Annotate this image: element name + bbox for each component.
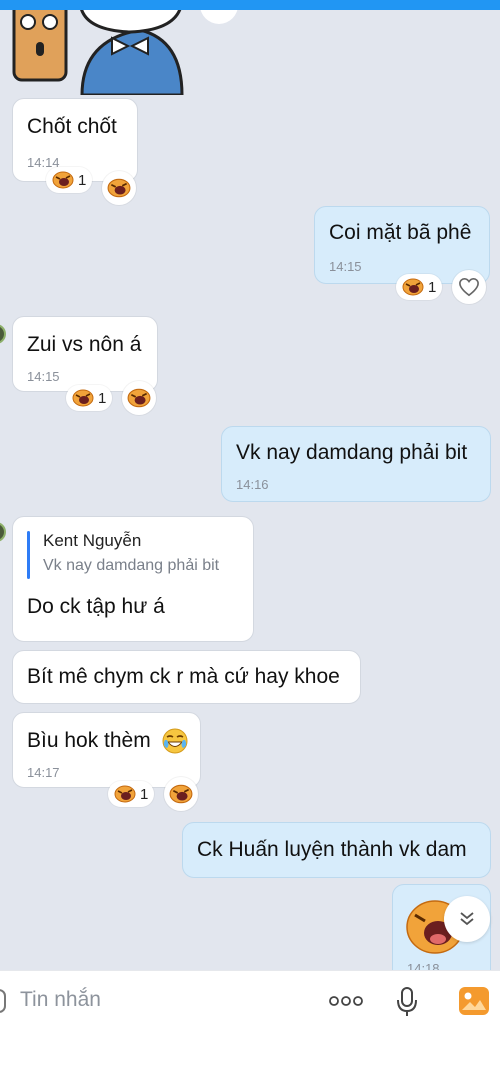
sticker-image[interactable] (10, 10, 185, 95)
gallery-button[interactable] (457, 985, 491, 1017)
reaction-count: 1 (428, 278, 437, 296)
message-time: 14:16 (236, 477, 269, 492)
sender-avatar[interactable] (0, 522, 6, 542)
message-bubble[interactable]: Bìu hok thèm 14:17 (12, 712, 201, 788)
message-text: Do ck tập hư á (27, 595, 165, 618)
microphone-icon (397, 987, 417, 1016)
message-text: Bít mê chym ck r mà cứ hay khoe (27, 665, 340, 688)
reaction-count: 1 (98, 389, 107, 407)
react-button[interactable] (122, 381, 156, 415)
more-dots-icon (329, 996, 363, 1006)
scroll-to-bottom-button[interactable] (444, 896, 490, 942)
react-button[interactable] (452, 270, 486, 304)
react-button[interactable] (102, 171, 136, 205)
laughing-emoji-icon (107, 178, 131, 198)
top-accent-bar (0, 0, 500, 10)
reaction-summary[interactable]: 1 (108, 781, 155, 807)
message-input-bar: Tin nhắn (0, 970, 500, 1074)
laughing-emoji-icon (72, 389, 94, 407)
message-input[interactable]: Tin nhắn (20, 988, 101, 1012)
reply-quote-sender[interactable]: Kent Nguyễn (43, 531, 141, 551)
more-options-button[interactable] (326, 987, 366, 1015)
laughing-emoji-icon (114, 785, 136, 803)
reaction-summary[interactable]: 1 (396, 274, 443, 300)
message-text: Coi mặt bã phê (329, 221, 472, 244)
voice-message-button[interactable] (392, 985, 422, 1019)
message-time: 14:17 (27, 765, 60, 780)
message-time: 14:15 (27, 369, 60, 384)
message-bubble[interactable]: Kent Nguyễn Vk nay damdang phải bit Do c… (12, 516, 254, 642)
reaction-count: 1 (78, 171, 87, 189)
message-time: 14:15 (329, 259, 362, 274)
reply-quote-bar (27, 531, 30, 579)
react-button[interactable] (164, 777, 198, 811)
message-bubble[interactable]: Ck Huấn luyện thành vk dam (182, 822, 491, 878)
message-text: Chốt chốt (27, 115, 117, 138)
message-bubble[interactable]: Bít mê chym ck r mà cứ hay khoe (12, 650, 361, 704)
download-icon (212, 10, 226, 17)
reaction-count: 1 (140, 785, 149, 803)
reaction-summary[interactable]: 1 (66, 385, 113, 411)
tears-of-joy-emoji-icon (162, 728, 188, 754)
sender-avatar[interactable] (0, 324, 6, 344)
message-text: Vk nay damdang phải bit (236, 441, 468, 464)
emoji-picker-icon[interactable] (0, 989, 6, 1013)
message-text: Zui vs nôn á (27, 333, 142, 356)
message-text: Bìu hok thèm (27, 729, 151, 752)
image-gallery-icon (459, 987, 489, 1015)
chat-message-list[interactable]: Chốt chốt 14:14 1 Coi mặt bã phê 14:15 1 (0, 10, 500, 970)
reply-quote-text[interactable]: Vk nay damdang phải bit (43, 557, 219, 575)
laughing-emoji-icon (169, 784, 193, 804)
download-button[interactable] (200, 10, 238, 24)
message-text: Ck Huấn luyện thành vk dam (197, 838, 467, 861)
laughing-emoji-icon (52, 171, 74, 189)
message-bubble[interactable]: Vk nay damdang phải bit 14:16 (221, 426, 491, 502)
laughing-emoji-icon (402, 278, 424, 296)
message-time: 14:18 (407, 961, 440, 970)
laughing-emoji-icon (127, 388, 151, 408)
double-chevron-down-icon (460, 912, 474, 926)
reaction-summary[interactable]: 1 (46, 167, 93, 193)
heart-outline-icon (459, 277, 479, 297)
